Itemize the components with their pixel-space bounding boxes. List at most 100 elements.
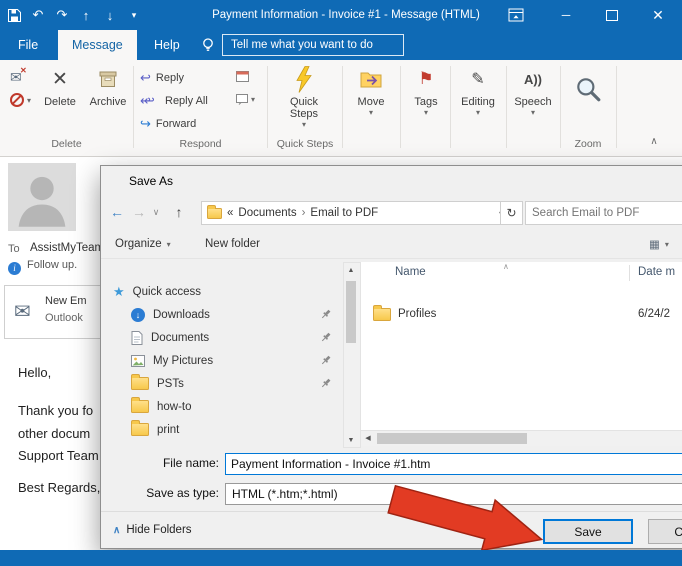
tree-label: how-to <box>157 401 192 413</box>
move-folder-icon <box>360 63 382 95</box>
dropdown-icon: ▾ <box>531 109 535 116</box>
more-respond-button[interactable]: ▾ <box>236 94 255 105</box>
scroll-left-icon[interactable]: ◀ <box>361 431 375 445</box>
column-date-modified[interactable]: Date m <box>638 266 675 278</box>
tree-item-documents[interactable]: Documents <box>105 326 341 349</box>
pin-icon <box>320 378 331 392</box>
group-label-delete: Delete <box>0 138 133 152</box>
search-input[interactable] <box>525 201 682 225</box>
tab-file[interactable]: File <box>4 30 52 60</box>
followup-text: Follow up. <box>27 259 77 271</box>
zoom-button[interactable] <box>562 63 614 115</box>
collapse-ribbon-icon[interactable]: ∧ <box>642 136 666 147</box>
save-button[interactable]: Save <box>543 519 633 544</box>
tree-item-quick-access[interactable]: ★ Quick access <box>105 280 341 303</box>
reply-all-label: Reply All <box>165 95 208 107</box>
organize-label: Organize <box>115 238 162 250</box>
tools-button[interactable]: Tools ▾ <box>473 512 509 548</box>
down-arrow-icon[interactable]: ↓ <box>98 0 122 30</box>
breadcrumb-current[interactable]: Email to PDF <box>310 207 378 219</box>
tell-me-search[interactable]: Tell me what you want to do <box>222 34 404 56</box>
lightning-icon <box>295 63 313 95</box>
scroll-down-icon[interactable]: ▼ <box>344 433 358 447</box>
tree-label: Quick access <box>133 286 201 298</box>
file-name-input[interactable] <box>225 453 682 475</box>
reply-all-button[interactable]: ↩↩ Reply All <box>140 91 208 111</box>
forward-button-nav[interactable]: → <box>128 199 150 225</box>
save-type-label: Save as type: <box>125 486 219 500</box>
folder-icon <box>131 377 149 390</box>
folder-icon <box>207 208 222 219</box>
up-button[interactable]: ↑ <box>167 199 191 225</box>
pin-icon <box>320 355 331 369</box>
close-button[interactable]: ✕ <box>640 0 676 30</box>
quick-steps-button[interactable]: Quick Steps ▾ <box>274 63 334 128</box>
file-row-profiles[interactable]: Profiles 6/24/2 <box>361 302 682 326</box>
refresh-button[interactable]: ↻ <box>500 201 523 225</box>
group-label-quick-steps: Quick Steps <box>268 138 342 152</box>
up-arrow-icon[interactable]: ↑ <box>74 0 98 30</box>
undo-icon[interactable]: ↶ <box>26 0 50 30</box>
save-icon[interactable] <box>2 0 26 30</box>
tree-label: My Pictures <box>153 355 213 367</box>
picture-icon <box>131 355 145 367</box>
tree-item-how-to[interactable]: how-to <box>105 395 341 418</box>
forward-button[interactable]: ↪ Forward <box>140 114 196 134</box>
tree-item-my-pictures[interactable]: My Pictures <box>105 349 341 372</box>
scrollbar-thumb[interactable] <box>346 281 356 343</box>
new-folder-button[interactable]: New folder <box>205 232 260 256</box>
tree-item-print[interactable]: print <box>105 418 341 441</box>
scrollbar-thumb[interactable] <box>377 433 527 444</box>
file-name-label: File name: <box>125 456 219 470</box>
save-type-select[interactable]: HTML (*.htm;*.html) <box>225 483 682 505</box>
editing-button[interactable]: ✎ Editing ▾ <box>452 63 504 116</box>
maximize-button[interactable] <box>594 0 630 30</box>
tab-message[interactable]: Message <box>58 30 137 60</box>
breadcrumb-separator-icon: › <box>302 207 306 219</box>
delete-x-icon: ✕ <box>52 63 68 95</box>
junk-button[interactable]: ▾ <box>10 93 31 107</box>
ribbon-display-options-icon[interactable] <box>498 0 534 30</box>
ribbon: ✉✕ ▾ ✕ Delete Archive Delete ↩ Reply ↩↩ … <box>0 60 682 157</box>
sender-name[interactable]: AssistMyTeam <box>30 242 104 254</box>
tab-help[interactable]: Help <box>140 30 194 60</box>
group-separator <box>560 66 561 148</box>
move-label: Move <box>358 96 385 108</box>
reply-button[interactable]: ↩ Reply <box>140 68 184 88</box>
redo-icon[interactable]: ↷ <box>50 0 74 30</box>
file-list: Name ∧ Date m Profiles 6/24/2 ◀ ▶ <box>361 262 682 446</box>
breadcrumb-documents[interactable]: Documents <box>238 207 296 219</box>
recent-locations-icon[interactable]: ∨ <box>148 199 164 225</box>
speech-button[interactable]: A)) Speech ▾ <box>508 63 558 116</box>
outlook-window: ↶ ↷ ↑ ↓ ▾ Payment Information - Invoice … <box>0 0 682 566</box>
download-icon: ↓ <box>131 308 145 322</box>
view-mode-button[interactable]: ▦ ▾ <box>649 232 669 256</box>
scroll-up-icon[interactable]: ▲ <box>344 263 358 277</box>
delete-button[interactable]: ✕ Delete <box>36 63 84 108</box>
list-horizontal-scrollbar[interactable]: ◀ ▶ <box>361 430 682 446</box>
organize-button[interactable]: Organize ▾ <box>115 232 171 256</box>
ignore-icon[interactable]: ✉✕ <box>10 69 22 86</box>
magnifier-icon <box>574 63 602 115</box>
tree-item-downloads[interactable]: ↓ Downloads <box>105 303 341 326</box>
file-name: Profiles <box>398 308 436 320</box>
column-divider <box>629 265 630 281</box>
minimize-button[interactable]: ─ <box>548 0 584 30</box>
column-name[interactable]: Name <box>395 266 426 278</box>
reply-icon: ↩ <box>140 70 151 86</box>
flag-icon: ⚑ <box>418 63 433 95</box>
tree-item-psts[interactable]: PSTs <box>105 372 341 395</box>
move-button[interactable]: Move ▾ <box>346 63 396 116</box>
hide-folders-button[interactable]: ∧ Hide Folders <box>113 512 192 548</box>
customize-qat-icon[interactable]: ▾ <box>122 0 146 30</box>
back-button[interactable]: ← <box>105 199 129 225</box>
cancel-button[interactable]: Cancel <box>648 519 682 544</box>
breadcrumb-overflow[interactable]: « <box>227 207 233 219</box>
address-bar[interactable]: « Documents › Email to PDF ▾ <box>201 201 509 225</box>
meeting-icon[interactable] <box>236 70 249 85</box>
archive-button[interactable]: Archive <box>84 63 132 108</box>
view-grid-icon: ▦ <box>649 237 660 251</box>
junk-icon <box>10 93 24 107</box>
tree-scrollbar[interactable]: ▲ ▼ <box>343 262 361 448</box>
tags-button[interactable]: ⚑ Tags ▾ <box>404 63 448 116</box>
